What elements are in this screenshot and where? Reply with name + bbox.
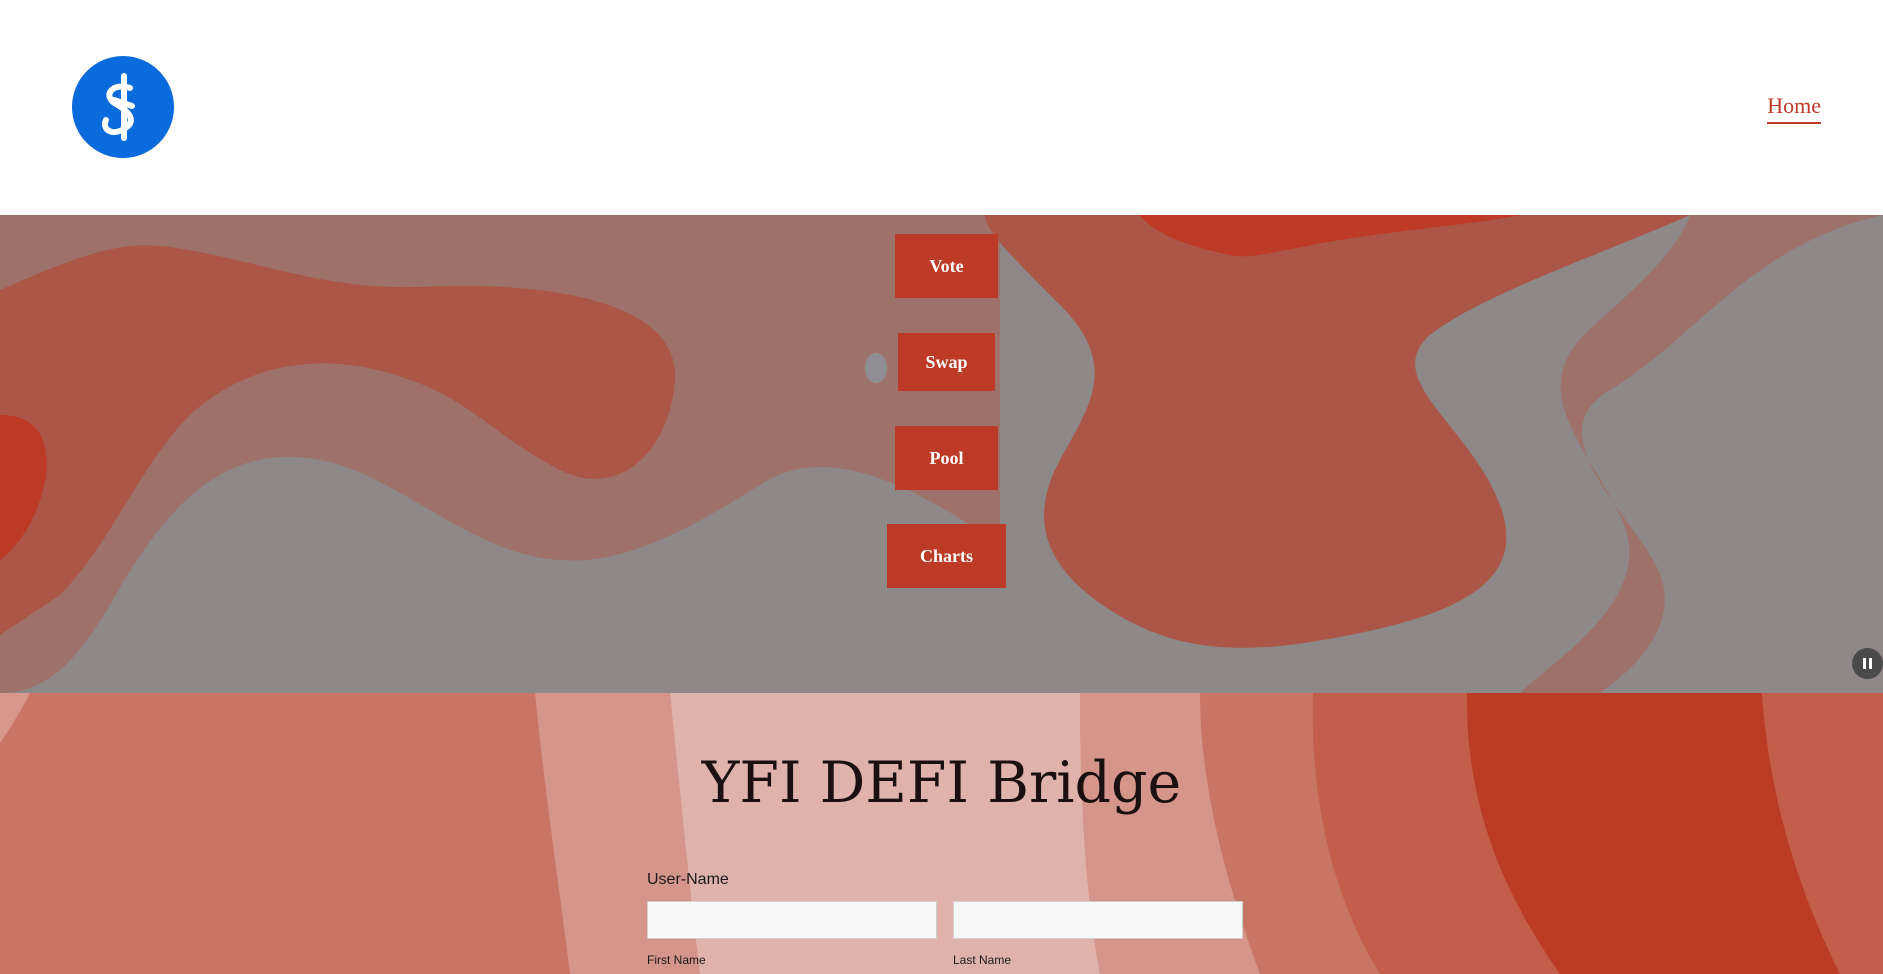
pool-button[interactable]: Pool xyxy=(895,426,998,490)
site-header: Home xyxy=(0,0,1883,215)
page-title: YFI DEFI Bridge xyxy=(701,750,1182,816)
last-name-field[interactable] xyxy=(953,901,1243,939)
last-name-label: Last Name xyxy=(953,953,1012,967)
bridge-background xyxy=(0,693,1883,974)
first-name-label: First Name xyxy=(647,953,706,967)
vote-button[interactable]: Vote xyxy=(895,234,998,298)
bridge-section: YFI DEFI Bridge User-Name First Name Las… xyxy=(0,693,1883,974)
pause-icon[interactable] xyxy=(1852,648,1883,679)
swap-button[interactable]: Swap xyxy=(898,333,995,391)
nav-home-link[interactable]: Home xyxy=(1767,93,1821,124)
username-label: User-Name xyxy=(647,871,729,888)
yearn-logo-icon[interactable] xyxy=(72,56,174,158)
first-name-field[interactable] xyxy=(647,901,937,939)
charts-button[interactable]: Charts xyxy=(887,524,1006,588)
